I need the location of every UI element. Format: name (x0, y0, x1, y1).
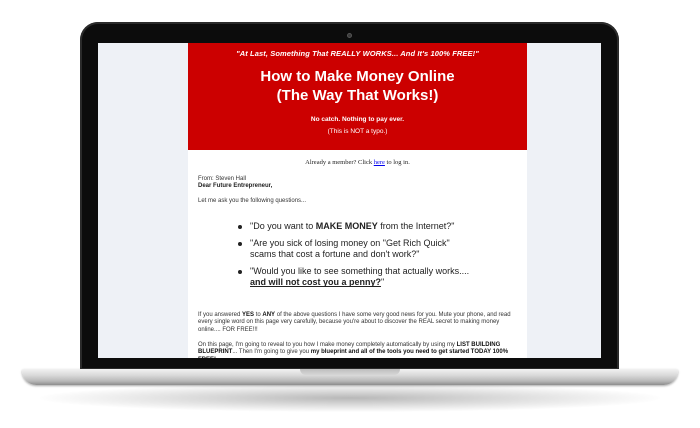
login-suffix: to log in. (384, 159, 410, 166)
headline-line-1: How to Make Money Online (260, 68, 455, 85)
headline-line-2: (The Way That Works!) (276, 87, 439, 104)
para-text: On this page, I'm going to reveal to you… (198, 341, 457, 348)
login-link[interactable]: here (374, 159, 385, 166)
letter-body: Already a member? Click here to log in. … (188, 159, 527, 358)
letter-intro: Let me ask you the following questions..… (198, 197, 307, 204)
list-item: "Do you want to MAKE MONEY from the Inte… (236, 221, 476, 233)
hero-top-quote: "At Last, Something That REALLY WORKS...… (236, 49, 479, 58)
para-bold: ANY (262, 311, 276, 318)
bullet-text: "Do you want to (250, 221, 316, 232)
bullet-text: " (381, 277, 385, 288)
para-bold: YES (242, 311, 255, 318)
reveal-paragraph: On this page, I'm going to reveal to you… (198, 342, 517, 358)
list-item: "Would you like to see something that ac… (236, 266, 476, 289)
letter-salutation: Dear Future Entrepreneur, (198, 183, 273, 190)
hero-headline: How to Make Money Online (The Way That W… (188, 67, 527, 105)
bullet-text: "Are you sick of losing money on "Get Ri… (250, 237, 450, 260)
letter-from: From: Steven Hall (198, 175, 247, 182)
hero-typo-note: (This is NOT a typo.) (327, 128, 388, 135)
para-text: If you answered (198, 311, 243, 318)
laptop-hinge-notch (300, 369, 400, 375)
landing-page: "At Last, Something That REALLY WORKS...… (188, 43, 527, 358)
webcam-icon (347, 33, 352, 38)
laptop-screen: "At Last, Something That REALLY WORKS...… (98, 43, 601, 358)
bullet-underline: and will not cost you a penny? (250, 277, 382, 288)
bullet-text: from the Internet?" (377, 221, 455, 232)
bullet-text: "Would you like to see something that ac… (250, 265, 470, 276)
question-list: "Do you want to MAKE MONEY from the Inte… (236, 221, 476, 289)
hero-banner: "At Last, Something That REALLY WORKS...… (188, 43, 527, 150)
list-item: "Are you sick of losing money on "Get Ri… (236, 238, 476, 261)
login-prefix: Already a member? Click (305, 159, 374, 166)
para-text: ... Then I'm going to give you (232, 349, 311, 356)
member-login-line: Already a member? Click here to log in. (198, 159, 517, 167)
hero-catch-text: No catch. Nothing to pay ever. (310, 116, 405, 123)
laptop-shadow (40, 384, 660, 412)
bullet-bold: MAKE MONEY (315, 221, 378, 232)
answer-paragraph: If you answered YES to ANY of the above … (198, 312, 517, 335)
